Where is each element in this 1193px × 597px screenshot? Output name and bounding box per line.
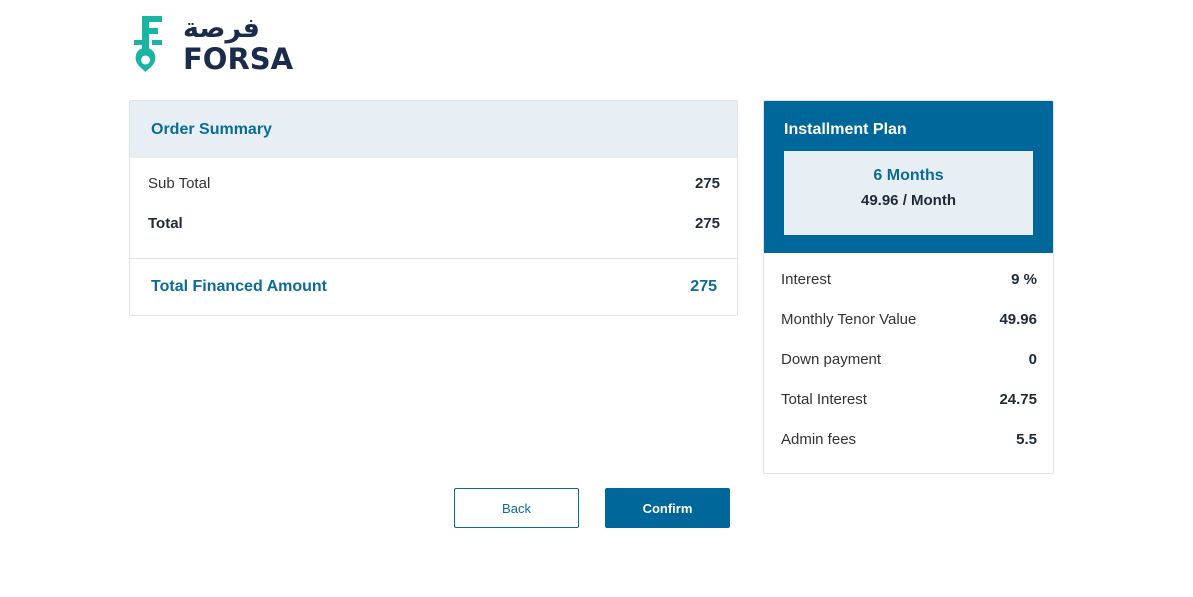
admin-fees-row: Admin fees 5.5 (781, 419, 1037, 459)
down-payment-value: 0 (1028, 350, 1037, 368)
order-summary-rows: Sub Total 275 Total 275 (130, 163, 737, 243)
plan-months: 6 Months (873, 167, 944, 184)
interest-value: 9 % (1011, 270, 1037, 288)
monthly-tenor-row: Monthly Tenor Value 49.96 (781, 299, 1037, 339)
down-payment-label: Down payment (781, 350, 882, 368)
forsa-logo: فرصة FORSA (131, 13, 294, 76)
back-button[interactable]: Back (454, 488, 579, 528)
interest-label: Interest (781, 270, 832, 288)
confirm-button[interactable]: Confirm (605, 488, 730, 528)
interest-row: Interest 9 % (781, 259, 1037, 299)
logo-latin-text: FORSA (183, 42, 294, 76)
total-row: Total 275 (148, 203, 720, 243)
financed-amount-row: Total Financed Amount 275 (151, 278, 717, 296)
total-label: Total (148, 214, 183, 232)
order-divider (130, 258, 737, 259)
plan-per-month: 49.96 / Month (860, 192, 957, 209)
down-payment-row: Down payment 0 (781, 339, 1037, 379)
subtotal-row: Sub Total 275 (148, 163, 720, 203)
total-interest-value: 24.75 (999, 390, 1037, 408)
installment-plan-title: Installment Plan (784, 121, 907, 138)
admin-fees-label: Admin fees (781, 430, 857, 448)
monthly-tenor-label: Monthly Tenor Value (781, 310, 917, 328)
financed-amount-value: 275 (690, 278, 717, 295)
monthly-tenor-value: 49.96 (999, 310, 1037, 328)
plan-details-rows: Interest 9 % Monthly Tenor Value 49.96 D… (764, 253, 1053, 459)
total-interest-label: Total Interest (781, 390, 867, 408)
logo-arabic-text: فرصة (183, 13, 260, 44)
subtotal-label: Sub Total (148, 174, 211, 192)
order-summary-card: Order Summary Sub Total 275 Total 275 To… (129, 100, 738, 316)
total-interest-row: Total Interest 24.75 (781, 379, 1037, 419)
admin-fees-value: 5.5 (1016, 430, 1037, 448)
installment-plan-header: Installment Plan 6 Months 49.96 / Month (764, 101, 1053, 253)
order-summary-title: Order Summary (130, 101, 737, 158)
subtotal-value: 275 (694, 174, 720, 192)
total-value: 275 (694, 214, 720, 232)
installment-plan-card: Installment Plan 6 Months 49.96 / Month … (763, 100, 1054, 474)
plan-selection-box: 6 Months 49.96 / Month (784, 151, 1033, 235)
financed-amount-label: Total Financed Amount (151, 278, 327, 295)
key-logo-icon (134, 16, 162, 72)
